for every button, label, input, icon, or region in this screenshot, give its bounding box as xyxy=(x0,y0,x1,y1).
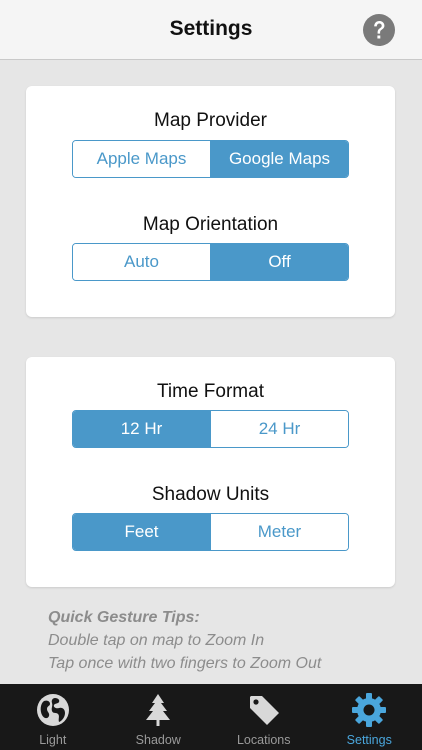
time-format-segmented-control: 12 Hr 24 Hr xyxy=(72,410,349,448)
segment-off[interactable]: Off xyxy=(210,244,348,280)
shadow-units-segmented-control: Feet Meter xyxy=(72,513,349,551)
nav-bar: Settings xyxy=(0,0,422,60)
segment-google-maps[interactable]: Google Maps xyxy=(210,141,348,177)
tab-label: Shadow xyxy=(135,733,181,747)
tab-label: Settings xyxy=(346,733,392,747)
help-button[interactable] xyxy=(363,14,395,46)
tag-icon xyxy=(249,696,279,725)
tips-title: Quick Gesture Tips: xyxy=(48,609,200,626)
time-format-label: Time Format xyxy=(157,381,264,402)
tree-icon xyxy=(146,694,171,726)
tab-locations[interactable]: Locations xyxy=(211,684,317,750)
tip-line: Double tap on map to Zoom In xyxy=(48,632,265,649)
map-provider-segmented-control: Apple Maps Google Maps xyxy=(72,140,349,178)
gear-icon xyxy=(352,693,387,727)
tab-light[interactable]: Light xyxy=(0,684,106,750)
segment-meter[interactable]: Meter xyxy=(210,514,348,550)
segment-24-hr[interactable]: 24 Hr xyxy=(210,411,348,447)
map-orientation-segmented-control: Auto Off xyxy=(72,243,349,281)
tab-shadow[interactable]: Shadow xyxy=(106,684,212,750)
tab-settings[interactable]: Settings xyxy=(317,684,422,750)
segment-apple-maps[interactable]: Apple Maps xyxy=(73,141,210,177)
page-title: Settings xyxy=(169,17,253,40)
map-orientation-label: Map Orientation xyxy=(142,214,279,235)
tab-label: Light xyxy=(39,733,67,747)
tab-bar: Light Shadow Locations Settings xyxy=(0,684,422,750)
map-settings-card: Map Provider Apple Maps Google Maps Map … xyxy=(26,86,395,317)
tip-line: Tap once with two fingers to Zoom Out xyxy=(48,655,322,672)
segment-feet[interactable]: Feet xyxy=(73,514,210,550)
tab-label: Locations xyxy=(236,733,291,747)
question-mark-icon xyxy=(363,14,395,46)
globe-icon xyxy=(36,694,69,726)
units-settings-card: Time Format 12 Hr 24 Hr Shadow Units Fee… xyxy=(26,357,395,587)
segment-auto[interactable]: Auto xyxy=(73,244,210,280)
gesture-tips: Quick Gesture Tips: Double tap on map to… xyxy=(48,606,408,675)
map-provider-label: Map Provider xyxy=(154,110,267,131)
shadow-units-label: Shadow Units xyxy=(151,484,270,505)
segment-12-hr[interactable]: 12 Hr xyxy=(73,411,210,447)
